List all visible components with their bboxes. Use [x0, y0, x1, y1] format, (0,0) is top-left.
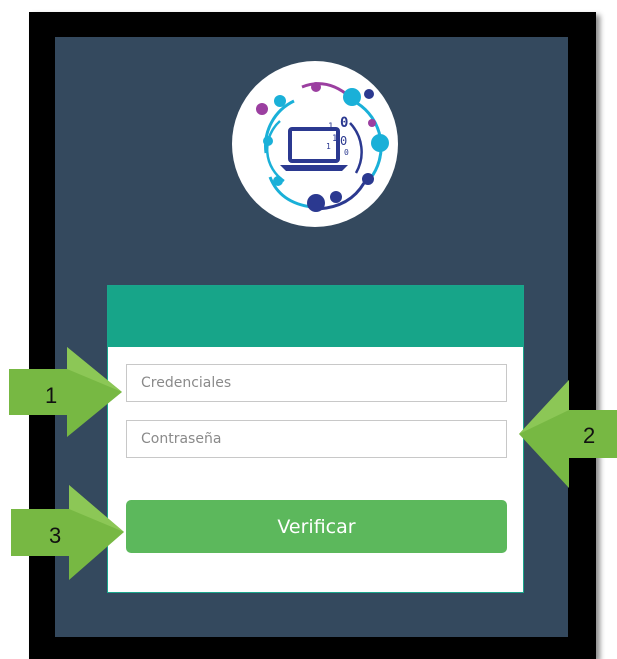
app-logo: 1 0 1 0 1 0 [232, 61, 398, 227]
callout-label-2: 2 [583, 423, 596, 448]
password-input[interactable] [126, 420, 507, 458]
svg-text:1: 1 [326, 142, 331, 151]
svg-text:1: 1 [332, 134, 337, 144]
login-card: Verificar [107, 285, 524, 593]
callout-arrow-3: 3 [11, 485, 124, 580]
svg-text:0: 0 [340, 115, 348, 131]
callout-label-3: 3 [49, 523, 62, 548]
laptop-network-icon: 1 0 1 0 1 0 [256, 82, 389, 212]
svg-text:1: 1 [328, 122, 333, 132]
callout-label-1: 1 [45, 383, 58, 408]
svg-text:0: 0 [340, 134, 347, 148]
callout-arrow-2: 2 [519, 380, 617, 488]
svg-text:0: 0 [344, 148, 349, 157]
callout-arrow-1: 1 [9, 347, 122, 437]
credentials-input[interactable] [126, 364, 507, 402]
verify-button[interactable]: Verificar [126, 500, 507, 553]
login-card-header [108, 286, 523, 347]
